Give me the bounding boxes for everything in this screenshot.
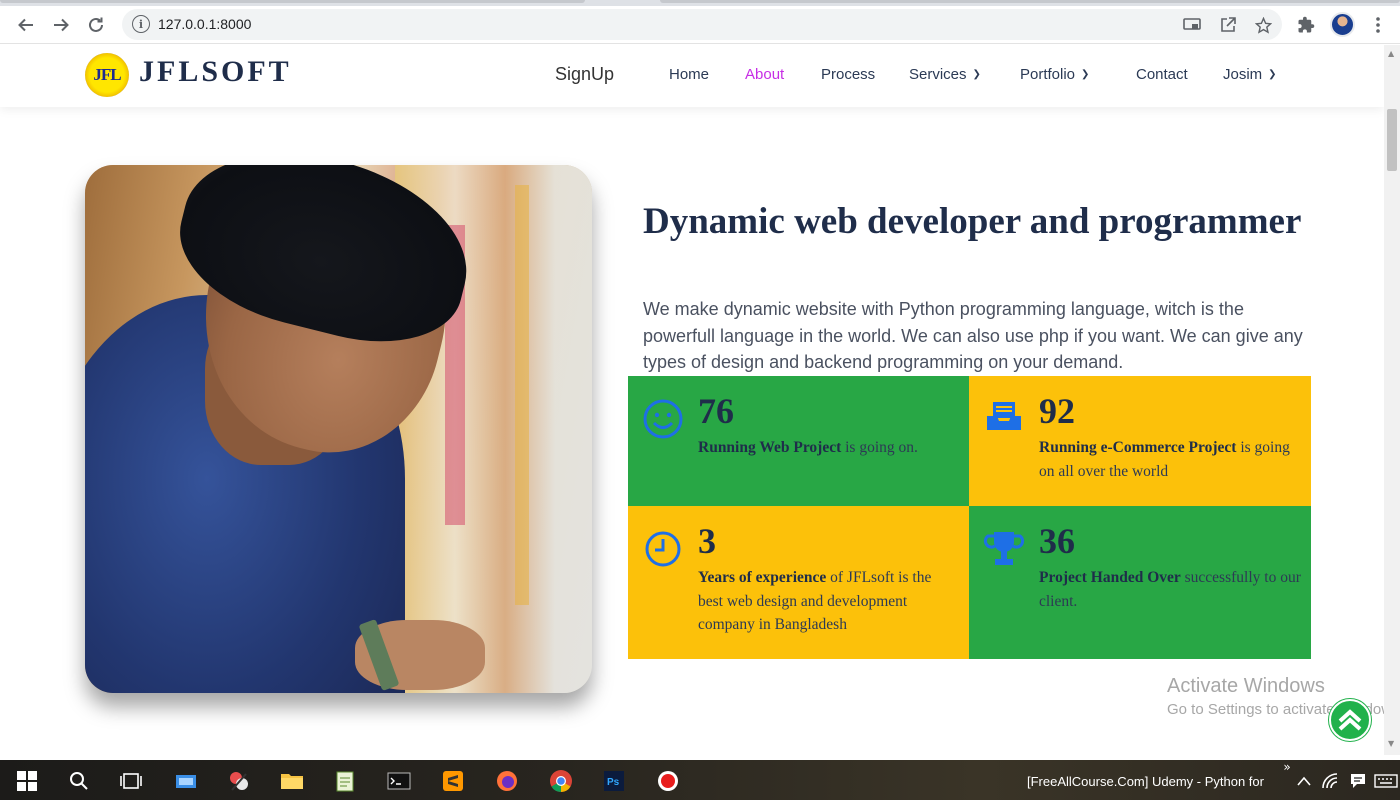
stat-description: Running Web Project is going on.	[698, 436, 960, 460]
wifi-icon[interactable]	[1318, 768, 1344, 794]
nav-user-menu[interactable]: Josim ❯	[1223, 66, 1277, 83]
puzzle-icon	[1298, 16, 1315, 33]
page-viewport: JFL JFLSOFT SignUp Home About Process Se…	[0, 45, 1384, 755]
open-in-app-icon[interactable]	[1218, 15, 1238, 35]
cast-icon[interactable]	[1182, 15, 1202, 35]
back-button[interactable]	[10, 9, 42, 41]
keyboard-icon[interactable]	[1373, 768, 1399, 794]
chevron-down-icon: ❯	[1268, 69, 1277, 80]
stat-bold: Running e-Commerce Project	[1039, 439, 1237, 456]
reload-button[interactable]	[80, 9, 112, 41]
bookmark-star-icon[interactable]	[1253, 15, 1273, 35]
reload-icon	[89, 17, 103, 32]
search-icon[interactable]	[66, 768, 92, 794]
nav-user-label: Josim	[1223, 66, 1263, 83]
nav-process-label: Process	[821, 66, 876, 83]
task-view-icon[interactable]	[118, 768, 144, 794]
url-text[interactable]: 127.0.0.1:8000	[158, 16, 251, 32]
stat-bold: Running Web Project	[698, 439, 842, 456]
forward-button[interactable]	[45, 9, 77, 41]
nav-services-label: Services	[909, 66, 967, 83]
stat-description: Years of experience of JFLsoft is the be…	[698, 566, 960, 637]
taskbar-window-title[interactable]: [FreeAllCourse.Com] Udemy - Python for	[1027, 774, 1264, 789]
extensions-button[interactable]	[1290, 9, 1322, 41]
terminal-icon[interactable]	[386, 768, 412, 794]
developer-photo	[85, 165, 592, 693]
nav-about[interactable]: About	[745, 66, 784, 83]
nav-portfolio-label: Portfolio	[1020, 66, 1076, 83]
stat-number: 36	[1039, 521, 1075, 561]
stat-bold: Years of experience	[698, 569, 827, 586]
windows-taskbar: Ps [FreeAllCourse.Com] Udemy - Python fo…	[0, 760, 1400, 800]
nav-home-label: Home	[669, 66, 710, 83]
logo-badge[interactable]: JFL	[85, 53, 129, 97]
back-to-top-button[interactable]	[1329, 699, 1371, 741]
tab-strip-left	[0, 0, 585, 3]
address-bar[interactable]: i 127.0.0.1:8000	[122, 9, 1282, 40]
nav-portfolio[interactable]: Portfolio ❯	[1020, 66, 1089, 83]
screen-recorder-icon[interactable]	[655, 768, 681, 794]
scrollbar-thumb[interactable]	[1387, 109, 1397, 171]
double-chevron-up-icon	[1338, 709, 1362, 731]
browser-toolbar: i 127.0.0.1:8000	[0, 6, 1400, 44]
browser-menu-button[interactable]	[1362, 9, 1394, 41]
stat-description: Project Handed Over successfully to our …	[1039, 566, 1301, 613]
site-info-icon[interactable]: i	[132, 15, 150, 33]
nav-home[interactable]: Home	[669, 66, 709, 83]
svg-text:Ps: Ps	[607, 777, 620, 788]
forward-arrow-icon	[54, 18, 69, 32]
sublime-text-icon[interactable]	[440, 768, 466, 794]
signup-link[interactable]: SignUp	[555, 64, 614, 85]
about-heading: Dynamic web developer and programmer	[643, 201, 1302, 242]
stat-number: 92	[1039, 391, 1075, 431]
stat-description: Running e-Commerce Project is going on a…	[1039, 436, 1301, 483]
stat-card-experience: 3 Years of experience of JFLsoft is the …	[628, 506, 970, 659]
snipping-tool-icon[interactable]	[226, 768, 252, 794]
back-arrow-icon	[18, 18, 33, 32]
chevron-down-icon: ❯	[1081, 69, 1090, 80]
scroll-up-arrow-icon[interactable]: ▲	[1388, 49, 1394, 58]
notifications-icon[interactable]	[1345, 768, 1371, 794]
profile-avatar[interactable]	[1330, 12, 1355, 37]
notepad-icon[interactable]	[332, 768, 358, 794]
chrome-icon[interactable]	[548, 768, 574, 794]
watermark-title: Activate Windows	[1167, 675, 1325, 697]
stat-card-ecommerce-projects: 92 Running e-Commerce Project is going o…	[969, 376, 1311, 506]
stat-card-projects-handed: 36 Project Handed Over successfully to o…	[969, 506, 1311, 659]
stat-number: 3	[698, 521, 716, 561]
logo-text[interactable]: JFLSOFT	[139, 55, 292, 89]
inbox-tray-icon	[983, 398, 1025, 440]
nav-about-label: About	[745, 66, 785, 83]
scroll-down-arrow-icon[interactable]: ▼	[1388, 739, 1394, 748]
chevron-down-icon: ❯	[972, 69, 981, 80]
photo-curtain-2	[515, 185, 529, 605]
tab-strip-right	[660, 0, 1400, 3]
stat-bold: Project Handed Over	[1039, 569, 1181, 586]
kebab-menu-icon	[1376, 17, 1380, 33]
site-header: JFL JFLSOFT SignUp Home About Process Se…	[0, 45, 1384, 107]
system-tray-up-icon[interactable]	[1291, 768, 1317, 794]
smiley-icon	[642, 398, 684, 440]
nav-contact-label: Contact	[1136, 66, 1188, 83]
stat-rest: is going on.	[841, 439, 918, 456]
nav-services[interactable]: Services ❯	[909, 66, 981, 83]
about-paragraph: We make dynamic website with Python prog…	[643, 299, 1303, 372]
firefox-icon[interactable]	[494, 768, 520, 794]
trophy-icon	[983, 528, 1025, 570]
page-scrollbar[interactable]: ▲ ▼	[1384, 45, 1400, 755]
nav-contact[interactable]: Contact	[1136, 66, 1188, 83]
stat-card-web-projects: 76 Running Web Project is going on.	[628, 376, 970, 506]
windows-start-icon[interactable]	[14, 768, 40, 794]
nav-process[interactable]: Process	[821, 66, 875, 83]
stat-number: 76	[698, 391, 734, 431]
network-app-icon[interactable]	[173, 768, 199, 794]
clock-icon	[642, 528, 684, 570]
logo-badge-text: JFL	[93, 65, 121, 84]
photoshop-icon[interactable]: Ps	[601, 768, 627, 794]
file-explorer-icon[interactable]	[279, 768, 305, 794]
